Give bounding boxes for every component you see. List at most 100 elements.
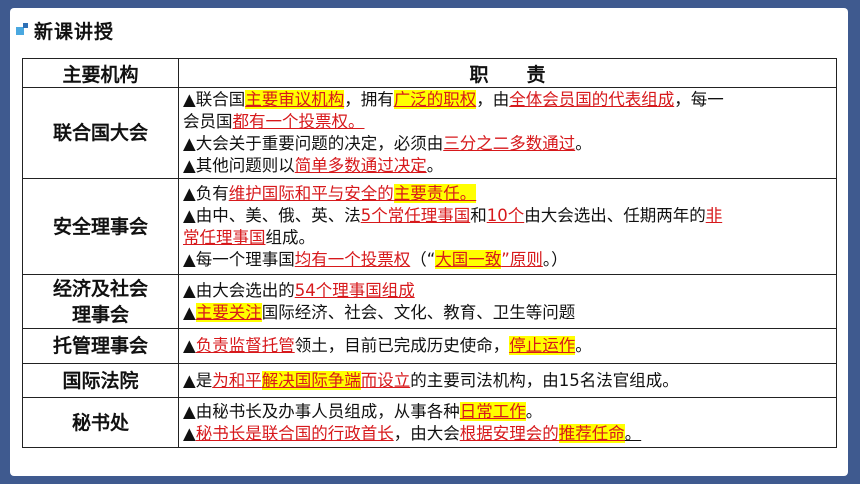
highlighted-keyword: 主要责任。 <box>393 183 477 203</box>
duty-text: ▲由中、美、俄、英、法 <box>183 205 361 225</box>
duty-text: 组成。 <box>265 227 316 247</box>
table-row: 秘书处 ▲由秘书长及办事人员组成，从事各种日常工作。 ▲秘书长是联合国的行政首长，由… <box>22 397 837 448</box>
duty-text: ，由大会 <box>393 423 460 443</box>
duty-text: ▲由大会选出的 <box>183 280 295 300</box>
underlined-keyword: 三分之二多数通过 <box>443 134 576 153</box>
table-header-row: 主要机构 职 责 <box>22 58 837 88</box>
un-organs-table: 主要机构 职 责 联合国大会 ▲联合国主要审议机构，拥有广泛的职权，由全体会员国的… <box>22 58 837 448</box>
org-name-cell: 联合国大会 <box>22 87 179 179</box>
underlined-keyword: 常任理事国 <box>183 227 266 247</box>
duty-line: 会员国都有一个投票权。 <box>183 111 832 133</box>
org-name-cell: 安全理事会 <box>22 178 179 275</box>
duty-cell: ▲由大会选出的54个理事国组成 ▲主要关注国际经济、社会、文化、教育、卫生等问题 <box>178 274 837 329</box>
underlined-keyword: 5个常任理事国 <box>360 205 471 225</box>
duty-text: ▲其他问题则以 <box>183 156 295 175</box>
duty-line: 常任理事国组成。 <box>183 227 832 249</box>
underlined-keyword: 。 <box>624 423 642 443</box>
highlighted-keyword: 日常工作 <box>459 401 526 421</box>
duty-cell: ▲负责监督托管领土，目前已完成历史使命，停止运作。 <box>178 328 837 364</box>
duty-text: 。 <box>575 134 592 153</box>
column-header-duty: 职 责 <box>178 58 837 88</box>
org-name-cell: 经济及社会 理事会 <box>22 274 179 329</box>
underlined-keyword: 维护国际和平与安全的 <box>228 183 394 203</box>
underlined-keyword: 简单多数通过决定 <box>294 156 427 175</box>
duty-text: 领土，目前已完成历史使命， <box>294 336 510 355</box>
underlined-keyword: 为和平 <box>212 370 262 390</box>
duty-line: ▲主要关注国际经济、社会、文化、教育、卫生等问题 <box>183 302 832 324</box>
underlined-keyword: ”原则 <box>501 249 543 269</box>
duty-line: ▲由大会选出的54个理事国组成 <box>183 280 832 302</box>
table-row: 联合国大会 ▲联合国主要审议机构，拥有广泛的职权，由全体会员国的代表组成，每一 会员… <box>22 87 837 179</box>
org-name: 联合国大会 <box>52 122 148 144</box>
underlined-keyword: 54个理事国组成 <box>294 280 415 300</box>
duty-line: ▲是为和平解决国际争端而设立的主要司法机构，由15名法官组成。 <box>183 370 832 392</box>
org-name: 理事会 <box>71 303 129 326</box>
duty-line: ▲联合国主要审议机构，拥有广泛的职权，由全体会员国的代表组成，每一 <box>183 89 832 111</box>
duty-line: ▲大会关于重要问题的决定，必须由三分之二多数通过。 <box>183 133 832 155</box>
highlighted-keyword: 广泛的职权 <box>393 90 477 109</box>
table-row: 国际法院 ▲是为和平解决国际争端而设立的主要司法机构，由15名法官组成。 <box>22 363 837 398</box>
section-header: 新课讲授 <box>16 16 114 44</box>
highlighted-keyword: 主要关注 <box>195 302 262 322</box>
duty-line: ▲负有维护国际和平与安全的主要责任。 <box>183 183 832 205</box>
org-name: 国际法院 <box>62 369 139 392</box>
duty-text: ▲负有 <box>183 183 229 203</box>
duty-text: 和 <box>470 205 487 225</box>
highlighted-keyword: 推荐任命 <box>558 423 625 443</box>
duty-text: ▲ <box>183 336 196 355</box>
duty-text: ，拥有 <box>344 90 394 109</box>
duty-text: （“ <box>410 249 436 269</box>
duty-line: ▲负责监督托管领土，目前已完成历史使命，停止运作。 <box>183 335 832 357</box>
duty-text: ，由 <box>476 90 510 109</box>
duty-text: 的主要司法机构，由15名法官组成。 <box>410 370 679 390</box>
duty-line: ▲由中、美、俄、英、法5个常任理事国和10个由大会选出、任期两年的非 <box>183 205 832 227</box>
duty-text: 会员国 <box>183 112 233 131</box>
org-name-cell: 秘书处 <box>22 397 179 448</box>
duty-text: ▲由秘书长及办事人员组成，从事各种 <box>183 401 460 421</box>
underlined-keyword: 根据安理会的 <box>459 423 559 443</box>
org-name: 秘书处 <box>71 411 129 434</box>
duty-text: ▲是 <box>183 370 213 390</box>
underlined-keyword: 秘书长是联合国的行政首长 <box>195 423 394 443</box>
underlined-keyword: 而设立 <box>360 370 411 390</box>
underlined-keyword: 负责监督托管 <box>195 336 295 355</box>
table-row: 安全理事会 ▲负有维护国际和平与安全的主要责任。 ▲由中、美、俄、英、法5个常任理事… <box>22 178 837 275</box>
duty-text: ▲每一个理事国 <box>183 249 295 269</box>
table-row: 托管理事会 ▲负责监督托管领土，目前已完成历史使命，停止运作。 <box>22 328 837 364</box>
duty-text: 。 <box>525 401 543 421</box>
duty-line: ▲由秘书长及办事人员组成，从事各种日常工作。 <box>183 401 832 423</box>
org-name: 经济及社会 <box>52 277 148 300</box>
table-row: 经济及社会 理事会 ▲由大会选出的54个理事国组成 ▲主要关注国际经济、社会、文化、教… <box>22 274 837 329</box>
duty-cell: ▲联合国主要审议机构，拥有广泛的职权，由全体会员国的代表组成，每一 会员国都有一个… <box>178 87 837 179</box>
duty-cell: ▲由秘书长及办事人员组成，从事各种日常工作。 ▲秘书长是联合国的行政首长，由大会根… <box>178 397 837 448</box>
highlighted-keyword: 解决国际争端 <box>261 370 361 390</box>
highlighted-keyword: 主要审议机构 <box>245 90 345 109</box>
underlined-keyword: 均有一个投票权 <box>294 249 411 269</box>
underlined-keyword: 都有一个投票权。 <box>232 112 365 131</box>
duty-text: 国际经济、社会、文化、教育、卫生等问题 <box>261 302 576 322</box>
column-header-org: 主要机构 <box>22 58 179 88</box>
org-name: 托管理事会 <box>52 335 148 357</box>
duty-text: ▲ <box>183 302 196 322</box>
underlined-keyword: 非 <box>705 205 723 225</box>
org-name: 安全理事会 <box>52 215 148 238</box>
duty-cell: ▲负有维护国际和平与安全的主要责任。 ▲由中、美、俄、英、法5个常任理事国和10个… <box>178 178 837 275</box>
duty-line: ▲每一个理事国均有一个投票权（“大国一致”原则。） <box>183 249 832 271</box>
duty-text: ，每一 <box>674 90 724 109</box>
duty-line: ▲其他问题则以简单多数通过决定。 <box>183 155 832 177</box>
highlighted-keyword: 停止运作 <box>509 336 576 355</box>
duty-text: ▲联合国 <box>183 90 246 109</box>
duty-text: 。 <box>426 156 444 175</box>
duty-text: 。） <box>542 249 568 269</box>
org-name-cell: 国际法院 <box>22 363 179 398</box>
section-title: 新课讲授 <box>34 20 115 43</box>
section-marker-icon <box>16 23 30 37</box>
highlighted-keyword: 大国一致 <box>435 249 502 269</box>
duty-text: 由大会选出、任期两年的 <box>524 205 706 225</box>
duty-text: ▲大会关于重要问题的决定，必须由 <box>183 134 444 153</box>
underlined-keyword: 全体会员国的代表组成 <box>509 90 675 109</box>
duty-text: 。 <box>575 336 592 355</box>
duty-line: ▲秘书长是联合国的行政首长，由大会根据安理会的推荐任命。 <box>183 423 832 445</box>
org-name-cell: 托管理事会 <box>22 328 179 364</box>
slide: 新课讲授 主要机构 职 责 联合国大会 ▲联合国主要审议机构，拥有广泛的职权，由全… <box>10 8 848 476</box>
